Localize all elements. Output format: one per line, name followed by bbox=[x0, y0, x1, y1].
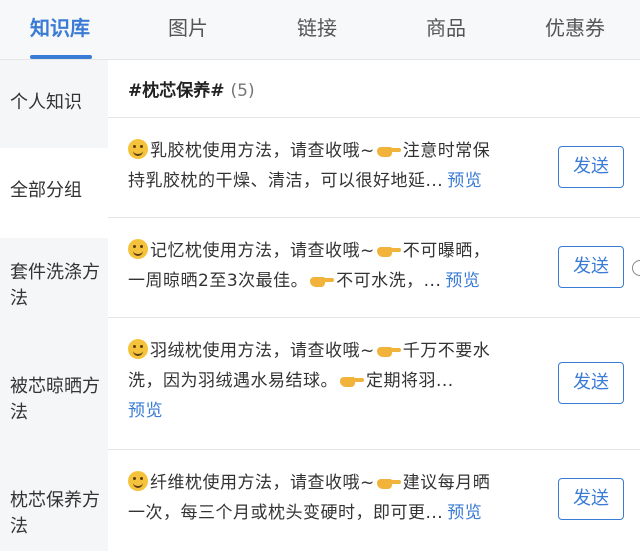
knowledge-item[interactable]: 乳胶枕使用方法，请查收哦~ 注意时常保 持乳胶枕的干燥、清洁，可以很好地延... 预… bbox=[108, 118, 640, 218]
item-text-part: 不可水洗，... bbox=[336, 271, 442, 291]
sidebar-item-personal-knowledge[interactable]: 个人知识 bbox=[0, 90, 108, 116]
pointing-hand-icon bbox=[310, 273, 335, 287]
item-text-part: 乳胶枕使用方法，请查收哦~ bbox=[150, 141, 375, 161]
tab-links[interactable]: 链接 bbox=[297, 12, 337, 42]
group-count: (5) bbox=[230, 81, 255, 101]
item-text-part: 纤维枕使用方法，请查收哦~ bbox=[150, 473, 375, 493]
group-title: #枕芯保养# (5) bbox=[128, 76, 255, 101]
smiling-face-icon bbox=[128, 239, 148, 259]
send-button[interactable]: 发送 bbox=[558, 146, 624, 188]
send-button[interactable]: 发送 bbox=[558, 362, 624, 404]
smiling-face-icon bbox=[128, 339, 148, 359]
pointing-hand-icon bbox=[376, 475, 401, 489]
knowledge-list-panel: #枕芯保养# (5) 乳胶枕使用方法，请查收哦~ 注意时常保 持乳胶枕的干燥、清洁，… bbox=[108, 60, 640, 551]
pointing-hand-icon bbox=[376, 143, 401, 157]
item-text-part: 千万不要水 bbox=[402, 341, 491, 361]
item-text-part: 持乳胶枕的干燥、清洁，可以很好地延... bbox=[128, 171, 444, 191]
tab-images[interactable]: 图片 bbox=[168, 12, 208, 42]
tab-coupons[interactable]: 优惠券 bbox=[545, 12, 605, 42]
item-text-part: 建议每月晒 bbox=[402, 473, 491, 493]
tab-knowledge-base[interactable]: 知识库 bbox=[30, 12, 90, 42]
preview-link[interactable]: 预览 bbox=[128, 401, 163, 421]
send-button[interactable]: 发送 bbox=[558, 478, 624, 520]
item-text-part: 一次，每三个月或枕头变硬时，即可更... bbox=[128, 503, 444, 523]
item-text-part: 不可曝晒， bbox=[402, 241, 491, 261]
item-text-part: 洗，因为羽绒遇水易结球。 bbox=[128, 371, 338, 391]
knowledge-item[interactable]: 记忆枕使用方法，请查收哦~ 不可曝晒， 一周晾晒2至3次最佳。 不可水洗，... 预览… bbox=[108, 218, 640, 318]
pointing-hand-icon bbox=[376, 243, 401, 257]
preview-link[interactable]: 预览 bbox=[447, 171, 482, 191]
pointing-hand-icon bbox=[376, 343, 401, 357]
sidebar-item-quilt-drying[interactable]: 被芯晾晒方法 bbox=[0, 374, 100, 426]
smiling-face-icon bbox=[128, 471, 148, 491]
sidebar-item-label: 全部分组 bbox=[10, 180, 82, 201]
pointing-hand-icon bbox=[340, 373, 364, 387]
item-text-part: 记忆枕使用方法，请查收哦~ bbox=[150, 241, 375, 261]
tab-products[interactable]: 商品 bbox=[426, 12, 466, 42]
knowledge-item[interactable]: 羽绒枕使用方法，请查收哦~ 千万不要水 洗，因为羽绒遇水易结球。 定期将羽... 预… bbox=[108, 318, 640, 450]
preview-link[interactable]: 预览 bbox=[447, 503, 482, 523]
smiling-face-icon bbox=[128, 139, 148, 159]
sidebar-item-bedding-wash[interactable]: 套件洗涤方法 bbox=[0, 260, 100, 312]
knowledge-item-text: 纤维枕使用方法，请查收哦~ 建议每月晒 一次，每三个月或枕头变硬时，即可更... 预… bbox=[128, 468, 528, 528]
knowledge-item-text: 记忆枕使用方法，请查收哦~ 不可曝晒， 一周晾晒2至3次最佳。 不可水洗，... 预览 bbox=[128, 236, 528, 296]
sidebar-item-all-groups[interactable]: 全部分组 bbox=[0, 148, 108, 238]
item-text-part: 注意时常保 bbox=[402, 141, 491, 161]
top-tab-bar: 知识库 图片 链接 商品 优惠券 bbox=[0, 0, 640, 60]
more-options-icon[interactable] bbox=[632, 260, 640, 276]
item-text-part: 一周晾晒2至3次最佳。 bbox=[128, 271, 309, 291]
sidebar-item-pillow-care[interactable]: 枕芯保养方法 bbox=[0, 488, 100, 540]
send-button[interactable]: 发送 bbox=[558, 246, 624, 288]
knowledge-item-text: 乳胶枕使用方法，请查收哦~ 注意时常保 持乳胶枕的干燥、清洁，可以很好地延... 预… bbox=[128, 136, 528, 196]
group-name: #枕芯保养# bbox=[128, 81, 225, 101]
active-tab-indicator bbox=[30, 55, 92, 59]
item-text-part: 定期将羽... bbox=[366, 371, 454, 391]
knowledge-item-text: 羽绒枕使用方法，请查收哦~ 千万不要水 洗，因为羽绒遇水易结球。 定期将羽... 预… bbox=[128, 336, 528, 426]
item-text-part: 羽绒枕使用方法，请查收哦~ bbox=[150, 341, 375, 361]
group-sidebar: 个人知识 全部分组 套件洗涤方法 被芯晾晒方法 枕芯保养方法 bbox=[0, 60, 108, 551]
knowledge-item[interactable]: 纤维枕使用方法，请查收哦~ 建议每月晒 一次，每三个月或枕头变硬时，即可更... 预… bbox=[108, 450, 640, 551]
preview-link[interactable]: 预览 bbox=[445, 271, 480, 291]
